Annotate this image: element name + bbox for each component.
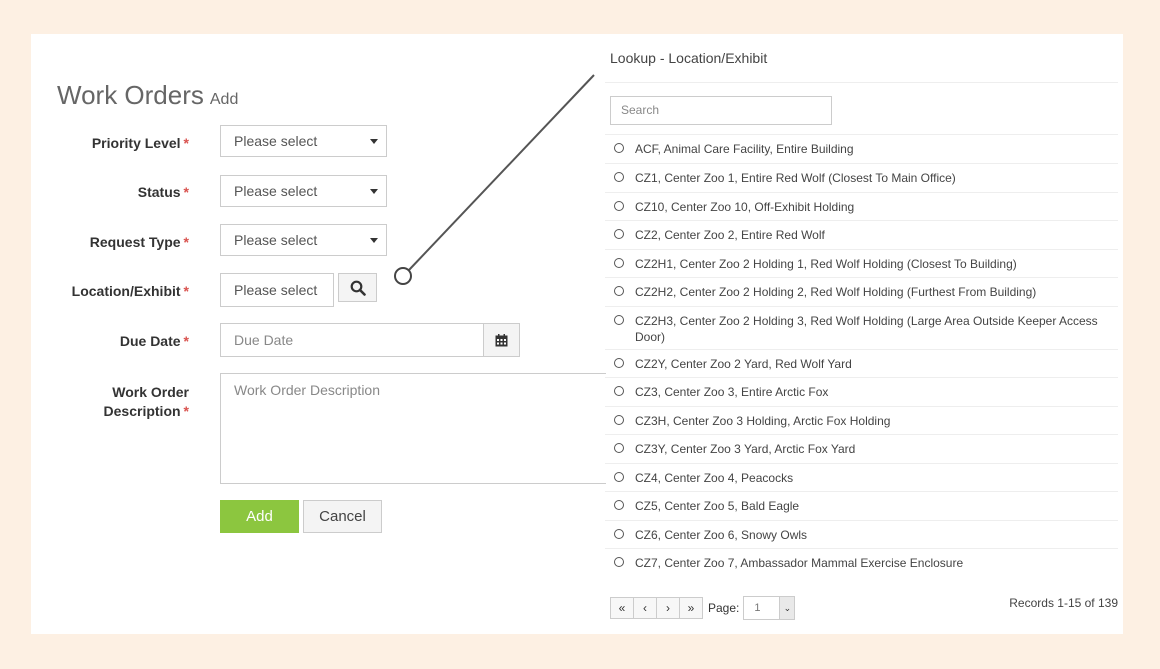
radio-button[interactable] <box>614 557 624 567</box>
list-item[interactable]: CZ3, Center Zoo 3, Entire Arctic Fox <box>605 377 1118 406</box>
radio-button[interactable] <box>614 529 624 539</box>
pagination: « ‹ › » Page: 1 ⌄ <box>610 596 796 620</box>
list-item-label: CZ7, Center Zoo 7, Ambassador Mammal Exe… <box>635 556 964 570</box>
page-label: Page: <box>708 601 740 615</box>
radio-button[interactable] <box>614 201 624 211</box>
list-item[interactable]: ACF, Animal Care Facility, Entire Buildi… <box>605 134 1118 163</box>
list-item-label: CZ2H1, Center Zoo 2 Holding 1, Red Wolf … <box>635 257 1017 271</box>
list-item-label: CZ2H2, Center Zoo 2 Holding 2, Red Wolf … <box>635 285 1037 299</box>
next-page-button[interactable]: › <box>656 597 680 619</box>
list-item[interactable]: CZ3H, Center Zoo 3 Holding, Arctic Fox H… <box>605 406 1118 434</box>
page-select[interactable]: 1 ⌄ <box>743 596 796 620</box>
list-item-label: ACF, Animal Care Facility, Entire Buildi… <box>635 142 854 156</box>
list-item[interactable]: CZ4, Center Zoo 4, Peacocks <box>605 463 1118 491</box>
radio-button[interactable] <box>614 172 624 182</box>
last-page-button[interactable]: » <box>679 597 703 619</box>
list-item[interactable]: CZ2H3, Center Zoo 2 Holding 3, Red Wolf … <box>605 306 1118 349</box>
list-item[interactable]: CZ2Y, Center Zoo 2 Yard, Red Wolf Yard <box>605 349 1118 377</box>
list-item-label: CZ4, Center Zoo 4, Peacocks <box>635 471 794 485</box>
list-item[interactable]: CZ2H1, Center Zoo 2 Holding 1, Red Wolf … <box>605 249 1118 277</box>
radio-button[interactable] <box>614 472 624 482</box>
list-item-label: CZ6, Center Zoo 6, Snowy Owls <box>635 528 808 542</box>
list-item-label: CZ3Y, Center Zoo 3 Yard, Arctic Fox Yard <box>635 442 856 456</box>
lookup-title: Lookup - Location/Exhibit <box>610 50 768 66</box>
first-page-button[interactable]: « <box>610 597 634 619</box>
list-item[interactable]: CZ2H2, Center Zoo 2 Holding 2, Red Wolf … <box>605 277 1118 306</box>
list-item[interactable]: CZ3Y, Center Zoo 3 Yard, Arctic Fox Yard <box>605 434 1118 463</box>
radio-button[interactable] <box>614 258 624 268</box>
records-count: Records 1-15 of 139 <box>1009 596 1118 610</box>
list-item[interactable]: CZ6, Center Zoo 6, Snowy Owls <box>605 520 1118 548</box>
radio-button[interactable] <box>614 358 624 368</box>
list-item-label: CZ10, Center Zoo 10, Off-Exhibit Holding <box>635 200 855 214</box>
list-item[interactable]: CZ7, Center Zoo 7, Ambassador Mammal Exe… <box>605 548 1118 577</box>
page-select-value: 1 <box>754 602 761 614</box>
radio-button[interactable] <box>614 415 624 425</box>
lookup-search-placeholder: Search <box>621 103 660 117</box>
list-item[interactable]: CZ5, Center Zoo 5, Bald Eagle <box>605 491 1118 520</box>
chevron-down-icon: ⌄ <box>779 597 795 619</box>
prev-page-button[interactable]: ‹ <box>633 597 657 619</box>
list-item-label: CZ3H, Center Zoo 3 Holding, Arctic Fox H… <box>635 414 891 428</box>
lookup-divider <box>605 82 1118 83</box>
radio-button[interactable] <box>614 443 624 453</box>
list-item-label: CZ1, Center Zoo 1, Entire Red Wolf (Clos… <box>635 171 956 185</box>
radio-button[interactable] <box>614 315 624 325</box>
lookup-list: ACF, Animal Care Facility, Entire Buildi… <box>605 134 1118 577</box>
radio-button[interactable] <box>614 500 624 510</box>
list-item-label: CZ2H3, Center Zoo 2 Holding 3, Red Wolf … <box>635 314 1098 344</box>
radio-button[interactable] <box>614 386 624 396</box>
list-item-label: CZ3, Center Zoo 3, Entire Arctic Fox <box>635 385 829 399</box>
radio-button[interactable] <box>614 143 624 153</box>
list-item-label: CZ2Y, Center Zoo 2 Yard, Red Wolf Yard <box>635 357 852 371</box>
list-item-label: CZ5, Center Zoo 5, Bald Eagle <box>635 499 800 513</box>
list-item-label: CZ2, Center Zoo 2, Entire Red Wolf <box>635 228 825 242</box>
radio-button[interactable] <box>614 229 624 239</box>
list-item[interactable]: CZ10, Center Zoo 10, Off-Exhibit Holding <box>605 192 1118 220</box>
list-item[interactable]: CZ2, Center Zoo 2, Entire Red Wolf <box>605 220 1118 249</box>
list-item[interactable]: CZ1, Center Zoo 1, Entire Red Wolf (Clos… <box>605 163 1118 192</box>
lookup-search-input[interactable]: Search <box>610 96 832 125</box>
radio-button[interactable] <box>614 286 624 296</box>
